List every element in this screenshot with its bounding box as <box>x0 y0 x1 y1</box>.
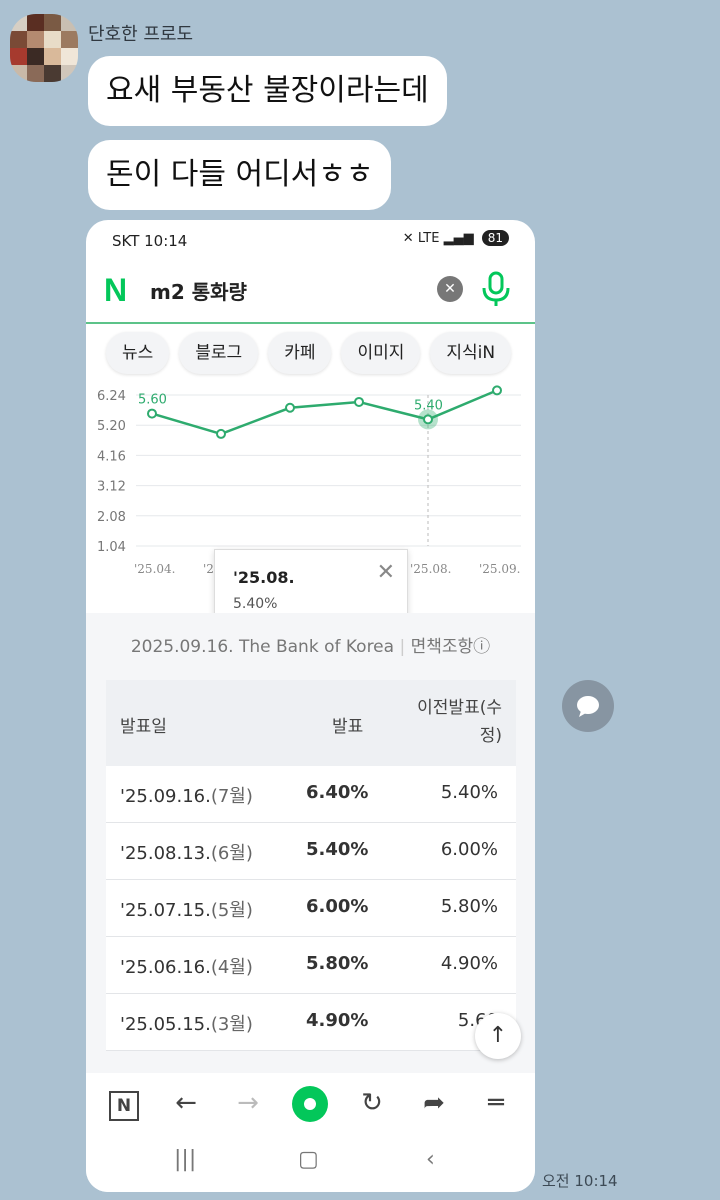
tab-cafe[interactable]: 카페 <box>268 332 332 374</box>
row-value: 6.00% <box>306 896 369 917</box>
row-value: 5.80% <box>306 953 369 974</box>
data-point <box>354 396 364 407</box>
microphone-icon[interactable] <box>479 270 513 308</box>
y-tick-label: 2.08 <box>97 510 126 525</box>
status-icons: ✕ LTE ▂▄▆ 81 <box>403 230 509 246</box>
header-date: 발표일 <box>120 717 167 737</box>
close-icon[interactable]: ✕ <box>377 562 395 584</box>
row-value: 5.40% <box>306 839 369 860</box>
tab-knowledge-in[interactable]: 지식iN <box>430 332 512 374</box>
row-date: '25.07.15. <box>120 900 211 921</box>
header-previous: 이전발표(수 정) <box>417 698 502 746</box>
battery-icon: 81 <box>481 230 509 246</box>
scroll-to-top-button[interactable]: ↑ <box>475 1013 521 1059</box>
data-point <box>492 385 502 396</box>
tab-news[interactable]: 뉴스 <box>106 332 170 374</box>
y-tick-label: 6.24 <box>97 389 126 404</box>
data-point <box>423 414 433 425</box>
data-label: 5.40 <box>414 398 443 413</box>
mute-icon: ✕ <box>402 231 414 246</box>
table-header: 발표일 발표 이전발표(수 정) <box>106 680 516 766</box>
naver-logo: N <box>104 272 128 308</box>
clear-icon[interactable]: ✕ <box>437 276 463 302</box>
table-row: '25.06.16.(4월) 5.80% 4.90% <box>106 937 516 994</box>
naver-home-icon[interactable]: N <box>104 1083 144 1123</box>
rate-table: 발표일 발표 이전발표(수 정) '25.09.16.(7월) 6.40% 5.… <box>106 680 516 1051</box>
row-date: '25.06.16. <box>120 957 211 978</box>
row-month: (3월) <box>210 1014 253 1035</box>
chat-bubble[interactable]: 요새 부동산 불장이라는데 <box>88 56 447 126</box>
y-tick-label: 4.16 <box>97 449 126 464</box>
refresh-icon[interactable]: ↻ <box>352 1083 392 1123</box>
row-date: '25.09.16. <box>120 786 211 807</box>
x-tick-label: '25.09. <box>479 562 520 576</box>
row-month: (4월) <box>210 957 253 978</box>
chat-share-icon <box>577 696 599 717</box>
green-dot-icon[interactable] <box>290 1083 330 1123</box>
y-tick-label: 5.20 <box>97 419 126 434</box>
recent-apps-icon[interactable]: ||| <box>174 1147 196 1172</box>
header-value: 발표 <box>332 717 364 737</box>
message-time: 오전 10:14 <box>542 1172 618 1190</box>
back-icon[interactable]: ‹ <box>426 1147 435 1172</box>
android-nav-bar: ||| ▢ ‹ <box>86 1133 535 1192</box>
share-bubble-button[interactable] <box>562 680 614 732</box>
forward-arrow-icon[interactable]: → <box>228 1083 268 1123</box>
tab-blog[interactable]: 블로그 <box>179 332 259 374</box>
x-tick-label: '25.04. <box>134 562 175 576</box>
back-arrow-icon[interactable]: ← <box>166 1083 206 1123</box>
browser-toolbar: N ← → ↻ ➦ ═ <box>86 1073 535 1133</box>
data-point <box>216 428 226 439</box>
table-row: '25.09.16.(7월) 6.40% 5.40% <box>106 766 516 823</box>
source-text: 2025.09.16. The Bank of Korea <box>130 637 395 657</box>
row-previous: 5.80% <box>440 896 498 917</box>
row-previous: 6.00% <box>440 839 498 860</box>
tooltip-value: 5.40% <box>233 596 278 612</box>
avatar[interactable] <box>10 14 78 82</box>
menu-icon[interactable]: ═ <box>476 1083 516 1123</box>
data-point <box>285 402 295 413</box>
row-previous: 4.90% <box>440 953 498 974</box>
search-tabs: 뉴스 블로그 카페 이미지 지식iN <box>106 332 521 376</box>
row-month: (5월) <box>210 900 253 921</box>
table-row: '25.05.15.(3월) 4.90% 5.60 <box>106 994 516 1051</box>
chat-bubble[interactable]: 돈이 다들 어디서ㅎㅎ <box>88 140 392 210</box>
table-row: '25.08.13.(6월) 5.40% 6.00% <box>106 823 516 880</box>
data-point <box>147 408 157 419</box>
home-icon[interactable]: ▢ <box>298 1147 319 1172</box>
row-value: 4.90% <box>306 1010 369 1031</box>
signal-icon: ▂▄▆ <box>443 231 474 246</box>
y-tick-label: 3.12 <box>97 480 126 495</box>
data-label: 5.60 <box>138 393 167 408</box>
line-chart[interactable]: 6.24 5.20 4.16 3.12 2.08 1.04 5.60 5.40 '25.04. '… <box>86 383 535 633</box>
y-tick-label: 1.04 <box>97 540 126 555</box>
row-month: (7월) <box>210 786 253 807</box>
row-previous: 5.40% <box>440 782 498 803</box>
row-date: '25.05.15. <box>120 1014 211 1035</box>
sender-name: 단호한 프로도 <box>88 24 194 45</box>
share-arrow-icon[interactable]: ➦ <box>414 1083 454 1123</box>
disclaimer-link[interactable]: 면책조항ⓘ <box>411 637 491 657</box>
carrier-time: SKT 10:14 <box>112 232 188 250</box>
row-date: '25.08.13. <box>120 843 211 864</box>
table-row: '25.07.15.(5월) 6.00% 5.80% <box>106 880 516 937</box>
screenshot-image[interactable]: SKT 10:14 ✕ LTE ▂▄▆ 81 N m2 통화량 ✕ 뉴스 블로그 카… <box>86 220 535 1192</box>
row-month: (6월) <box>210 843 253 864</box>
row-value: 6.40% <box>306 782 369 803</box>
phone-status-bar: SKT 10:14 ✕ LTE ▂▄▆ 81 <box>86 220 535 264</box>
search-bar[interactable]: N m2 통화량 ✕ <box>86 264 535 324</box>
tooltip-title: '25.08. <box>233 568 295 587</box>
series-line <box>151 389 498 436</box>
data-source: 2025.09.16. The Bank of Korea | 면책조항ⓘ <box>130 637 491 657</box>
signal-label: LTE <box>417 231 440 246</box>
search-query[interactable]: m2 통화량 <box>150 276 247 305</box>
x-tick-label: '25.08. <box>410 562 451 576</box>
tab-images[interactable]: 이미지 <box>341 332 421 374</box>
